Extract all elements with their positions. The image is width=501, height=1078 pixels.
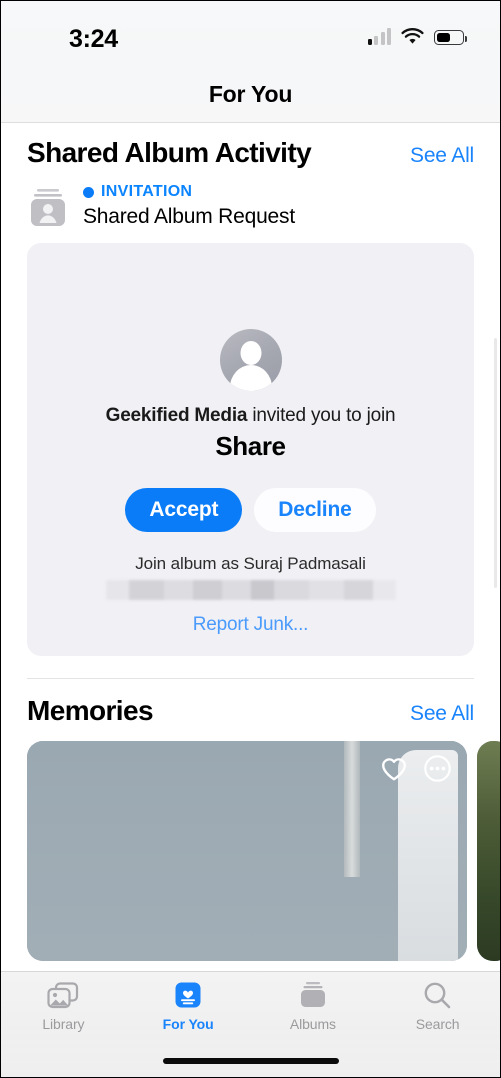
see-all-memories[interactable]: See All: [410, 702, 474, 726]
invitation-kicker-label: INVITATION: [101, 183, 193, 200]
home-indicator[interactable]: [162, 1058, 339, 1064]
wifi-icon: [401, 28, 424, 45]
page-title: For You: [208, 81, 293, 107]
tab-for-you[interactable]: For You: [126, 980, 251, 1044]
cellular-signal-icon: [367, 28, 391, 45]
unread-dot-icon: [83, 186, 94, 198]
ellipsis-circle-icon[interactable]: [424, 755, 451, 782]
section-title-memories: Memories: [27, 695, 154, 726]
navigation-bar: For You: [1, 71, 500, 123]
heart-icon[interactable]: [380, 756, 408, 782]
photos-library-icon: [47, 980, 79, 1010]
memories-header: Memories See All: [1, 679, 500, 727]
scroll-content[interactable]: Shared Album Activity See All INVITATION…: [1, 123, 500, 971]
tab-search[interactable]: Search: [375, 980, 500, 1044]
invitation-headline: Geekified Media invited you to join: [45, 405, 456, 427]
section-title-shared-album-activity: Shared Album Activity: [27, 137, 312, 168]
inviter-name: Geekified Media: [105, 405, 248, 426]
shared-album-icon: [27, 185, 69, 229]
phone-screen: 3:24 For You Shared Album Activity See A…: [0, 0, 501, 1078]
status-bar: 3:24: [1, 1, 500, 71]
decline-button[interactable]: Decline: [254, 488, 376, 532]
report-junk-link[interactable]: Report Junk...: [193, 614, 309, 636]
invitation-actions: Accept Decline: [45, 488, 456, 532]
scrollbar[interactable]: [494, 338, 497, 588]
albums-icon: [297, 980, 329, 1010]
join-album-as-label: Join album as Suraj Padmasali: [135, 554, 366, 573]
shared-album-activity-header: Shared Album Activity See All: [1, 123, 500, 169]
invitation-card: Geekified Media invited you to join Shar…: [27, 243, 474, 656]
memory-card[interactable]: [477, 741, 500, 961]
invitation-kicker: INVITATION: [83, 183, 295, 201]
tab-albums[interactable]: Albums: [251, 980, 376, 1044]
person-avatar-icon: [219, 329, 282, 391]
tab-bar: Library For You Albums Search: [1, 971, 500, 1077]
invitation-meta: INVITATION Shared Album Request: [83, 181, 295, 229]
accept-button[interactable]: Accept: [125, 488, 243, 532]
invitation-text: invited you to join: [247, 405, 396, 426]
see-all-shared-album-activity[interactable]: See All: [410, 144, 474, 168]
invitation-row[interactable]: INVITATION Shared Album Request: [1, 169, 500, 229]
status-indicators: [367, 28, 467, 45]
tab-label-library: Library: [42, 1016, 85, 1032]
redacted-account-value: [105, 580, 396, 600]
tab-label-search: Search: [415, 1016, 460, 1032]
memories-carousel[interactable]: [1, 727, 500, 961]
memory-actions: [380, 755, 451, 782]
battery-icon: [434, 30, 467, 45]
tab-library[interactable]: Library: [1, 980, 126, 1044]
tab-label-albums: Albums: [289, 1016, 336, 1032]
tab-label-for-you: For You: [162, 1016, 214, 1032]
album-name: Share: [215, 431, 286, 461]
search-icon: [423, 980, 452, 1010]
memory-card[interactable]: [27, 741, 467, 961]
status-time: 3:24: [69, 25, 118, 53]
for-you-icon: [174, 980, 202, 1010]
invitation-subject: Shared Album Request: [83, 205, 295, 228]
memory-photo: [477, 741, 500, 961]
